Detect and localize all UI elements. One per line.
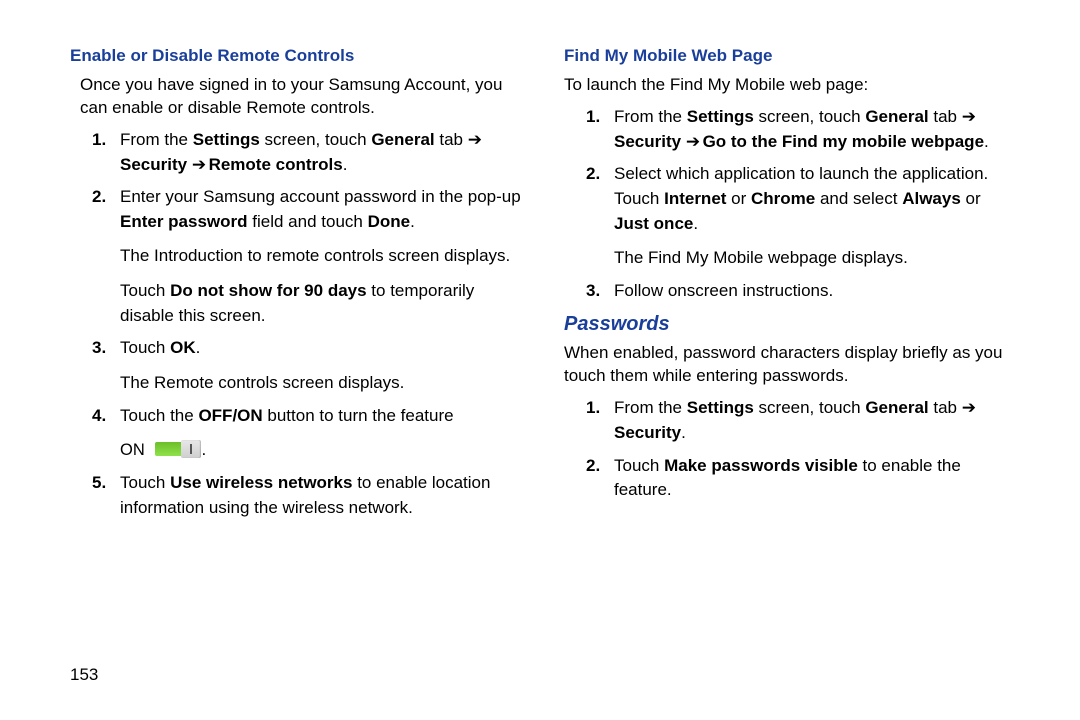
- text: tab: [929, 107, 962, 126]
- step-number: 2.: [586, 162, 600, 187]
- text: Touch: [120, 473, 170, 492]
- heading-remote-controls: Enable or Disable Remote Controls: [70, 46, 524, 66]
- list-item: 2. Touch Make passwords visible to enabl…: [564, 454, 1018, 503]
- text: button to turn the feature: [263, 406, 454, 425]
- arrow-icon: ➔: [962, 396, 974, 421]
- text-bold: Enter password: [120, 212, 248, 231]
- left-column: Enable or Disable Remote Controls Once y…: [70, 46, 524, 528]
- text-bold: General: [371, 130, 434, 149]
- list-item: 1. From the Settings screen, touch Gener…: [70, 128, 524, 177]
- step-number: 2.: [586, 454, 600, 479]
- text-bold: Just once: [614, 214, 693, 233]
- text: screen, touch: [754, 107, 866, 126]
- step-number: 1.: [92, 128, 106, 153]
- arrow-icon: ➔: [468, 128, 480, 153]
- text: Touch: [120, 281, 170, 300]
- step-number: 4.: [92, 404, 106, 429]
- text-bold: Settings: [193, 130, 260, 149]
- sub-text: The Introduction to remote controls scre…: [120, 244, 524, 269]
- text-bold: Go to the Find my mobile webpage: [703, 132, 984, 151]
- text-bold: OFF/ON: [198, 406, 262, 425]
- text-bold: Internet: [664, 189, 726, 208]
- manual-page: Enable or Disable Remote Controls Once y…: [0, 0, 1080, 720]
- list-item: 3. Touch OK. The Remote controls screen …: [70, 336, 524, 395]
- list-item: 3. Follow onscreen instructions.: [564, 279, 1018, 304]
- text: screen, touch: [260, 130, 372, 149]
- step-number: 1.: [586, 105, 600, 130]
- heading-find-my-mobile: Find My Mobile Web Page: [564, 46, 1018, 66]
- arrow-icon: ➔: [686, 130, 698, 155]
- steps-find-my-mobile: 1. From the Settings screen, touch Gener…: [564, 105, 1018, 303]
- text: Touch: [120, 338, 170, 357]
- list-item: 5. Touch Use wireless networks to enable…: [70, 471, 524, 520]
- list-item: 1. From the Settings screen, touch Gener…: [564, 396, 1018, 445]
- step-number: 1.: [586, 396, 600, 421]
- text-bold: OK: [170, 338, 196, 357]
- text-bold: Security: [614, 132, 681, 151]
- text-bold: Done: [368, 212, 411, 231]
- text: Touch the: [120, 406, 198, 425]
- sub-text: Touch Do not show for 90 days to tempora…: [120, 279, 524, 328]
- intro-passwords: When enabled, password characters displa…: [564, 342, 1018, 388]
- text-bold: Do not show for 90 days: [170, 281, 366, 300]
- text: field and touch: [248, 212, 368, 231]
- steps-passwords: 1. From the Settings screen, touch Gener…: [564, 396, 1018, 503]
- columns: Enable or Disable Remote Controls Once y…: [70, 46, 1018, 528]
- step-number: 5.: [92, 471, 106, 496]
- text-bold: Chrome: [751, 189, 815, 208]
- text-bold: Security: [614, 423, 681, 442]
- list-item: 2. Enter your Samsung account password i…: [70, 185, 524, 328]
- step-number: 2.: [92, 185, 106, 210]
- text-bold: Settings: [687, 107, 754, 126]
- text: tab: [929, 398, 962, 417]
- list-item: 4. Touch the OFF/ON button to turn the f…: [70, 404, 524, 464]
- text: From the: [120, 130, 193, 149]
- sub-text: ON .: [120, 438, 524, 463]
- right-column: Find My Mobile Web Page To launch the Fi…: [564, 46, 1018, 528]
- arrow-icon: ➔: [962, 105, 974, 130]
- text-bold: General: [865, 107, 928, 126]
- sub-text: The Remote controls screen displays.: [120, 371, 524, 396]
- text-bold: Always: [902, 189, 961, 208]
- text: .: [196, 338, 201, 357]
- text-bold: Make passwords visible: [664, 456, 858, 475]
- text: Enter your Samsung account password in t…: [120, 187, 521, 206]
- list-item: 2. Select which application to launch th…: [564, 162, 1018, 271]
- step-number: 3.: [92, 336, 106, 361]
- toggle-on-icon: [155, 440, 201, 458]
- text: From the: [614, 398, 687, 417]
- text: .: [984, 132, 989, 151]
- heading-passwords: Passwords: [564, 313, 1018, 336]
- text: .: [693, 214, 698, 233]
- text: tab: [435, 130, 468, 149]
- on-label: ON: [120, 441, 145, 459]
- arrow-icon: ➔: [192, 153, 204, 178]
- steps-remote-controls: 1. From the Settings screen, touch Gener…: [70, 128, 524, 521]
- list-item: 1. From the Settings screen, touch Gener…: [564, 105, 1018, 154]
- text: .: [343, 155, 348, 174]
- text: .: [681, 423, 686, 442]
- text: or: [726, 189, 751, 208]
- intro-remote-controls: Once you have signed in to your Samsung …: [70, 74, 524, 120]
- page-number: 153: [70, 665, 98, 685]
- step-number: 3.: [586, 279, 600, 304]
- text: Touch: [614, 456, 664, 475]
- text-bold: Use wireless networks: [170, 473, 352, 492]
- text: screen, touch: [754, 398, 866, 417]
- text-bold: Remote controls: [209, 155, 343, 174]
- sub-text: The Find My Mobile webpage displays.: [614, 246, 1018, 271]
- text-bold: General: [865, 398, 928, 417]
- text: Follow onscreen instructions.: [614, 281, 833, 300]
- text: From the: [614, 107, 687, 126]
- text: and select: [815, 189, 902, 208]
- text-bold: Settings: [687, 398, 754, 417]
- intro-find-my-mobile: To launch the Find My Mobile web page:: [564, 74, 1018, 97]
- text-bold: Security: [120, 155, 187, 174]
- text: or: [961, 189, 981, 208]
- text: .: [410, 212, 415, 231]
